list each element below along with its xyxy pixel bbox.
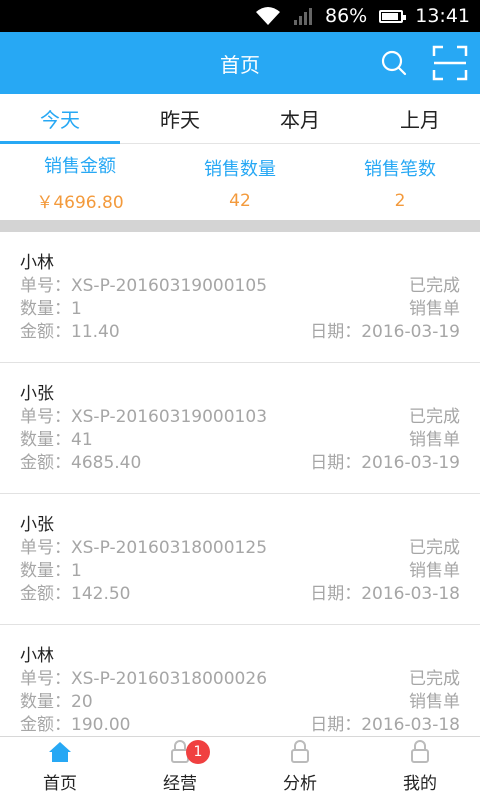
summary-count: 销售笔数 2	[320, 145, 480, 220]
home-icon	[47, 739, 73, 765]
summary-value: 2	[394, 190, 406, 211]
customer-name: 小林	[20, 646, 54, 666]
summary-label: 销售笔数	[364, 158, 436, 180]
customer-name: 小张	[20, 515, 54, 535]
battery-icon	[379, 9, 407, 23]
order-item[interactable]: 小林 单号：XS-P-20160318000026 已完成 数量：20 销售单 金额…	[0, 625, 480, 736]
order-type: 销售单	[409, 430, 460, 450]
order-item[interactable]: 小张 单号：XS-P-20160319000103 已完成 数量：41 销售单 金额…	[0, 363, 480, 494]
order-status: 已完成	[409, 538, 460, 558]
summary-label: 销售金额	[44, 156, 116, 177]
app-header: 首页	[0, 32, 480, 94]
order-number: 单号：XS-P-20160319000105	[20, 276, 268, 296]
order-quantity: 数量：41	[20, 430, 93, 450]
order-number: 单号：XS-P-20160318000125	[20, 538, 268, 558]
lock-icon	[407, 739, 433, 765]
nav-business[interactable]: 经营 1	[120, 737, 240, 800]
order-amount: 金额：11.40	[20, 322, 120, 342]
nav-label: 经营	[163, 774, 197, 794]
summary-value: 42	[229, 190, 251, 211]
nav-label: 首页	[43, 774, 77, 794]
status-bar: 86% 13:41	[0, 0, 480, 32]
summary-amount: 销售金额 ￥4696.80	[0, 145, 160, 220]
order-status: 已完成	[409, 407, 460, 427]
battery-percent: 86%	[325, 5, 368, 27]
order-number: 单号：XS-P-20160318000026	[20, 669, 268, 689]
order-amount: 金额：190.00	[20, 715, 131, 735]
summary-value: ￥4696.80	[36, 193, 124, 213]
tab-this-month[interactable]: 本月	[240, 94, 360, 143]
nav-mine[interactable]: 我的	[360, 737, 480, 800]
order-date: 日期：2016-03-18	[310, 584, 460, 604]
order-date: 日期：2016-03-18	[310, 715, 460, 735]
order-type: 销售单	[409, 299, 460, 319]
order-status: 已完成	[409, 276, 460, 296]
order-item[interactable]: 小张 单号：XS-P-20160318000125 已完成 数量：1 销售单 金额：…	[0, 494, 480, 625]
order-quantity: 数量：1	[20, 299, 82, 319]
order-status: 已完成	[409, 669, 460, 689]
order-type: 销售单	[409, 561, 460, 581]
sales-summary: 销售金额 ￥4696.80 销售数量 42 销售笔数 2	[0, 145, 480, 220]
bottom-nav: 首页 经营 1 分析 我的	[0, 736, 480, 800]
order-quantity: 数量：1	[20, 561, 82, 581]
order-amount: 金额：142.50	[20, 584, 131, 604]
tab-last-month[interactable]: 上月	[360, 94, 480, 143]
order-number: 单号：XS-P-20160319000103	[20, 407, 268, 427]
summary-label: 销售数量	[204, 158, 276, 180]
order-quantity: 数量：20	[20, 692, 93, 712]
scan-button[interactable]	[430, 43, 470, 83]
notification-badge: 1	[186, 740, 210, 764]
tab-yesterday[interactable]: 昨天	[120, 94, 240, 143]
scan-icon	[432, 45, 468, 81]
date-tabs: 今天 昨天 本月 上月	[0, 94, 480, 144]
order-amount: 金额：4685.40	[20, 453, 142, 473]
order-date: 日期：2016-03-19	[310, 453, 460, 473]
search-icon	[381, 50, 407, 76]
clock: 13:41	[415, 5, 470, 27]
customer-name: 小林	[20, 253, 54, 273]
nav-home[interactable]: 首页	[0, 737, 120, 800]
order-list: 小林 单号：XS-P-20160319000105 已完成 数量：1 销售单 金额：…	[0, 232, 480, 736]
signal-icon	[293, 7, 313, 25]
lock-icon	[287, 739, 313, 765]
section-divider	[0, 220, 480, 232]
nav-label: 我的	[403, 774, 437, 794]
customer-name: 小张	[20, 384, 54, 404]
order-item[interactable]: 小林 单号：XS-P-20160319000105 已完成 数量：1 销售单 金额：…	[0, 232, 480, 363]
nav-analysis[interactable]: 分析	[240, 737, 360, 800]
page-title: 首页	[220, 52, 260, 77]
wifi-icon	[255, 6, 281, 26]
tab-today[interactable]: 今天	[0, 94, 120, 144]
nav-label: 分析	[283, 774, 317, 794]
order-type: 销售单	[409, 692, 460, 712]
search-button[interactable]	[374, 43, 414, 83]
summary-quantity: 销售数量 42	[160, 145, 320, 220]
order-date: 日期：2016-03-19	[310, 322, 460, 342]
